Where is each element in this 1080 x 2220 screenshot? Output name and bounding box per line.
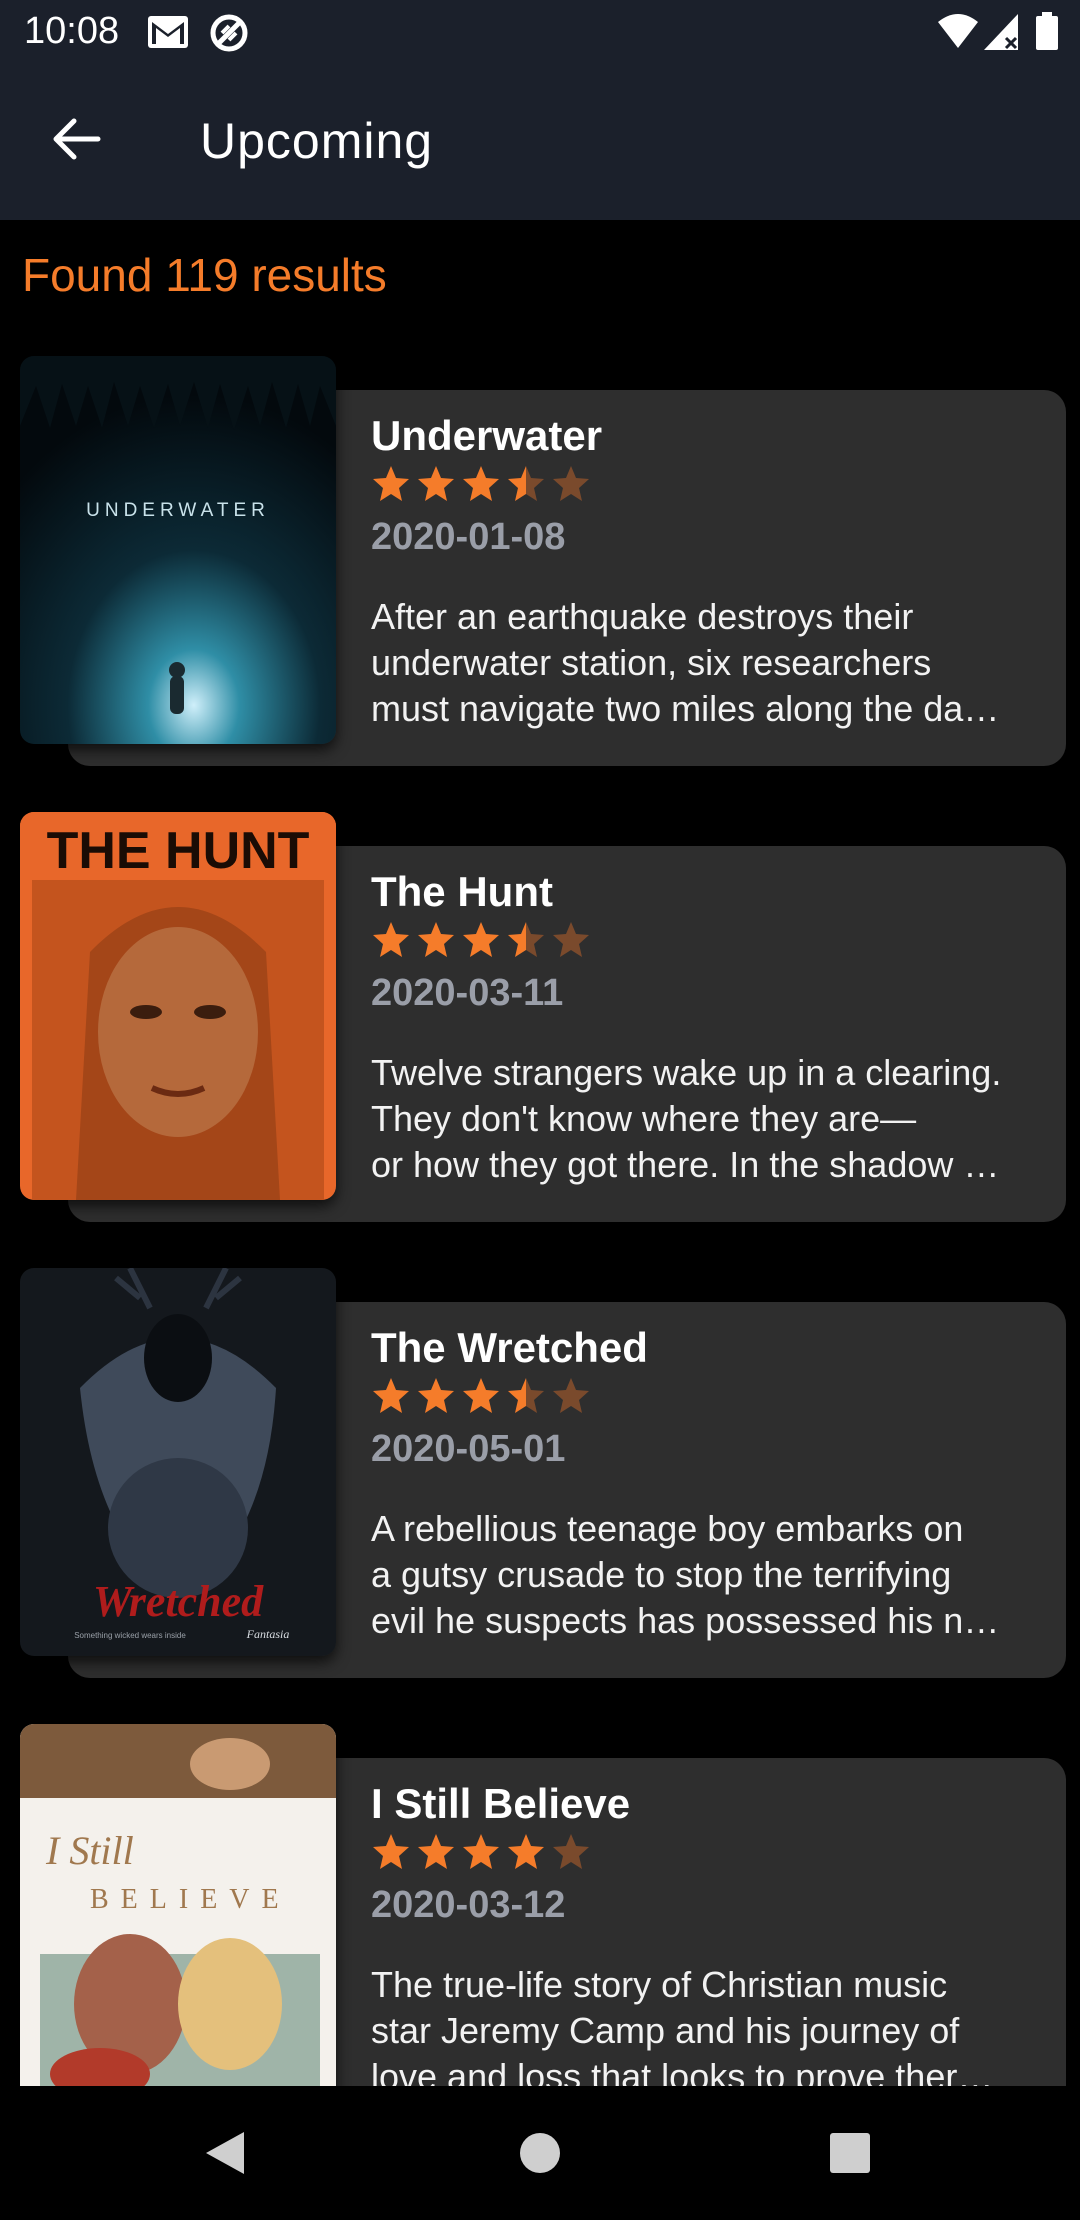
poster-title-text: UNDERWATER [86, 500, 270, 521]
movie-card[interactable]: THE HUNT The Hunt 2020-03-11 Twelve stra… [0, 806, 1080, 1222]
rating-stars [371, 1832, 591, 1872]
poster-badge-text: Fantasia [246, 1627, 290, 1641]
circle-home-icon [520, 2133, 560, 2173]
nav-back-button[interactable] [192, 2120, 258, 2186]
nav-home-button[interactable] [507, 2120, 573, 2186]
star-icon [373, 466, 409, 501]
movie-overview: The true-life story of Christian music s… [371, 1964, 994, 2086]
star-icon [373, 922, 409, 957]
star-icon [553, 1378, 589, 1413]
movie-title: Underwater [371, 412, 603, 459]
star-icon [508, 1834, 544, 1869]
star-icon [553, 922, 589, 957]
page-title: Upcoming [200, 113, 434, 169]
movie-title: I Still Believe [371, 1780, 631, 1827]
app-bar: Upcoming [0, 66, 1080, 220]
movie-overview: A rebellious teenage boy embarks on a gu… [371, 1508, 1000, 1641]
rating-stars [371, 1376, 591, 1416]
status-time: 10:08 [24, 10, 120, 52]
poster-title-text: I Still [45, 1828, 134, 1873]
poster-title-text: THE HUNT [47, 822, 310, 880]
battery-icon [1036, 12, 1058, 57]
gmail-icon [146, 12, 190, 57]
star-icon [463, 1378, 499, 1413]
star-icon [508, 466, 544, 501]
star-icon [508, 922, 544, 957]
back-button[interactable] [40, 102, 114, 176]
movie-title: The Hunt [371, 868, 553, 915]
status-bar: 10:08 [0, 0, 1080, 66]
star-icon [373, 1378, 409, 1413]
movie-card[interactable]: I Still BELIEVE I Still Believe 2020-03-… [0, 1718, 1080, 2086]
star-icon [553, 1834, 589, 1869]
star-icon [463, 1834, 499, 1869]
arrow-left-icon [53, 118, 101, 160]
rating-stars [371, 920, 591, 960]
star-icon [418, 1378, 454, 1413]
movie-title: The Wretched [371, 1324, 648, 1371]
square-recents-icon [830, 2133, 870, 2173]
movie-overview: After an earthquake destroys their under… [371, 596, 1000, 729]
system-nav-bar [0, 2086, 1080, 2220]
cell-signal-icon [982, 12, 1022, 57]
movie-poster[interactable]: UNDERWATER [20, 356, 336, 744]
movie-poster[interactable]: I Still BELIEVE [20, 1724, 336, 2086]
rating-stars [371, 464, 591, 504]
poster-title-text: Wretched [93, 1577, 264, 1626]
star-icon [418, 466, 454, 501]
release-date: 2020-01-08 [371, 516, 566, 558]
results-count: Found 119 results [22, 249, 387, 301]
movie-overview: Twelve strangers wake up in a clearing. … [371, 1052, 1002, 1185]
star-icon [508, 1378, 544, 1413]
sync-off-icon [208, 12, 250, 59]
star-icon [373, 1834, 409, 1869]
star-icon [463, 922, 499, 957]
star-icon [463, 466, 499, 501]
poster-title-text: BELIEVE [90, 1884, 291, 1915]
release-date: 2020-03-12 [371, 1884, 566, 1926]
poster-tagline-text: Something wicked wears inside [74, 1631, 186, 1640]
release-date: 2020-05-01 [371, 1428, 566, 1470]
movie-poster[interactable]: THE HUNT [20, 812, 336, 1200]
movie-card[interactable]: Wretched Something wicked wears inside F… [0, 1262, 1080, 1678]
movie-poster[interactable]: Wretched Something wicked wears inside F… [20, 1268, 336, 1656]
nav-recents-button[interactable] [817, 2120, 883, 2186]
star-icon [418, 1834, 454, 1869]
wifi-icon [936, 12, 980, 57]
movie-card[interactable]: UNDERWATER Underwater 2020-01-08 After a… [0, 350, 1080, 766]
triangle-back-icon [206, 2132, 244, 2174]
star-icon [553, 466, 589, 501]
movie-list[interactable]: UNDERWATER Underwater 2020-01-08 After a… [0, 350, 1080, 2086]
release-date: 2020-03-11 [371, 972, 564, 1014]
star-icon [418, 922, 454, 957]
